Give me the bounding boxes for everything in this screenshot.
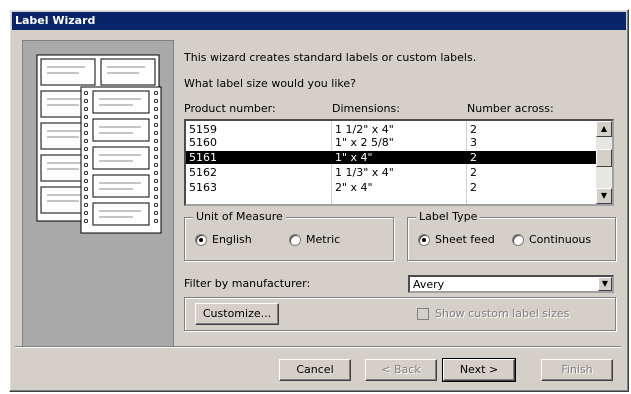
product-number: 5159 [189,123,217,136]
customize-button[interactable]: Customize... [195,303,279,325]
dimensions: 1 1/2" x 4" [335,123,394,136]
list-item[interactable]: 5163 2" x 4" 2 [186,181,596,194]
continuous-radio[interactable] [512,234,524,246]
scroll-down-arrow-icon[interactable]: ▼ [596,188,612,204]
product-number: 5162 [189,166,217,179]
number-across: 2 [470,166,477,179]
product-number: 5163 [189,181,217,194]
list-item[interactable]: 5159 1 1/2" x 4" 2 [186,123,596,136]
list-item[interactable]: 5162 1 1/3" x 4" 2 [186,166,596,179]
finish-button[interactable]: Finish [541,359,613,381]
unit-of-measure-legend: Unit of Measure [193,210,286,223]
number-across: 2 [470,181,477,194]
size-question: What label size would you like? [184,77,356,90]
header-dimensions: Dimensions: [332,102,400,115]
english-radio[interactable] [195,234,207,246]
manufacturer-value: Avery [413,278,445,291]
manufacturer-dropdown[interactable]: Avery ▼ [408,275,614,293]
label-sheet-illustration-icon [36,54,162,234]
scroll-thumb[interactable] [596,149,612,167]
sheet-feed-radio[interactable] [418,234,430,246]
metric-radio[interactable] [289,234,301,246]
header-number-across: Number across: [467,102,554,115]
metric-label[interactable]: Metric [306,233,340,246]
label-type-legend: Label Type [416,210,481,223]
back-button[interactable]: < Back [365,359,437,381]
continuous-label[interactable]: Continuous [529,233,591,246]
header-product-number: Product number: [184,102,276,115]
product-number: 5161 [189,151,217,164]
chevron-down-icon[interactable]: ▼ [598,277,612,291]
number-across: 3 [470,136,477,149]
dimensions: 1 1/3" x 4" [335,166,394,179]
dimensions: 2" x 4" [335,181,373,194]
label-type-group: Label Type Sheet feed Continuous [407,210,616,261]
next-button[interactable]: Next > [442,358,516,382]
unit-of-measure-group: Unit of Measure English Metric [184,210,394,261]
list-scrollbar[interactable]: ▲ ▼ [596,121,612,204]
label-sheet-illustration [22,40,174,348]
cancel-button[interactable]: Cancel [279,359,351,381]
show-custom-checkbox[interactable] [417,308,429,320]
list-item-selected[interactable]: 5161 1" x 4" 2 [186,151,596,164]
show-custom-label: Show custom label sizes [435,307,570,320]
dimensions: 1" x 4" [335,151,373,164]
number-across: 2 [470,151,477,164]
product-number: 5160 [189,136,217,149]
label-size-list[interactable]: 5159 1 1/2" x 4" 2 5160 1" x 2 5/8" 3 51… [184,119,614,206]
list-item[interactable]: 5160 1" x 2 5/8" 3 [186,136,596,149]
dimensions: 1" x 2 5/8" [335,136,394,149]
window-title: Label Wizard [12,12,626,30]
scroll-up-arrow-icon[interactable]: ▲ [596,121,612,137]
intro-text: This wizard creates standard labels or c… [184,51,477,64]
sheet-feed-label[interactable]: Sheet feed [435,233,495,246]
english-label[interactable]: English [212,233,252,246]
separator [15,346,621,348]
filter-label: Filter by manufacturer: [184,277,311,290]
label-wizard-dialog: Label Wizard This wizard creates standar… [9,9,629,392]
number-across: 2 [470,123,477,136]
customize-group: Customize... Show custom label sizes [184,297,616,331]
